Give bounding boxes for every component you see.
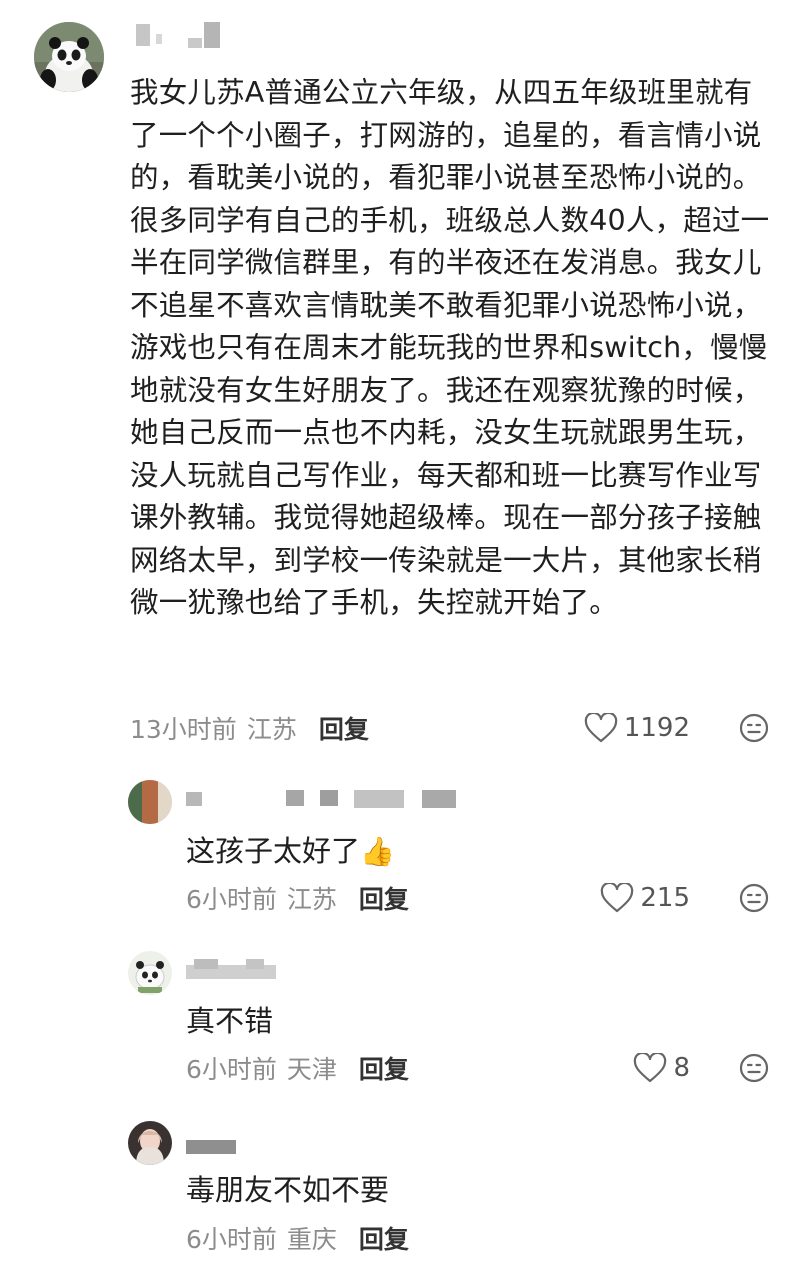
reply-button[interactable]: 回复 [359, 1220, 409, 1256]
reply-meta: 6小时前 江苏 回复 215 [186, 880, 770, 916]
like-count: 215 [640, 883, 690, 913]
reply-avatar[interactable] [128, 1121, 172, 1165]
reply-button[interactable]: 回复 [359, 1050, 409, 1086]
reply-text: 真不错 [186, 1004, 274, 1038]
avatar-image [128, 780, 172, 824]
smiley-icon[interactable] [738, 1052, 770, 1084]
reply-time: 6小时前 [186, 885, 277, 914]
avatar-image [128, 1121, 172, 1165]
like-area: 8 [633, 1050, 770, 1086]
panda-avatar-image [34, 22, 104, 92]
username-blurred[interactable] [132, 20, 242, 50]
reply-meta: 6小时前 天津 回复 8 [186, 1050, 770, 1086]
reply-username-blurred[interactable] [186, 1134, 246, 1162]
comment-meta: 13小时前 江苏 回复 1192 [130, 710, 770, 746]
comment-thread: 我女儿苏A普通公立六年级，从四五年级班里就有了一个个小圈子，打网游的，追星的，看… [0, 0, 807, 1280]
user-avatar-panda[interactable] [34, 22, 104, 92]
reply-meta: 6小时前 重庆 回复 [186, 1220, 770, 1256]
reply-time: 6小时前 [186, 1225, 277, 1254]
smiley-icon[interactable] [738, 712, 770, 744]
reply-text: 毒朋友不如不要 [186, 1173, 390, 1207]
panda-avatar-image [128, 951, 172, 995]
reply-button[interactable]: 回复 [359, 880, 409, 916]
reply-region: 重庆 [286, 1225, 337, 1254]
comment-body: 我女儿苏A普通公立六年级，从四五年级班里就有了一个个小圈子，打网游的，追星的，看… [130, 76, 770, 619]
reply-username-blurred[interactable] [186, 788, 461, 816]
heart-outline-icon[interactable] [633, 1053, 667, 1083]
smiley-icon[interactable] [738, 882, 770, 914]
reply-text-content: 这孩子太好了 [186, 834, 361, 868]
thumbs-up-emoji: 👍 [360, 835, 395, 868]
reply-username-blurred[interactable] [186, 955, 286, 983]
comment-region: 江苏 [246, 715, 297, 744]
comment-time: 13小时前 [130, 715, 237, 744]
reply-avatar[interactable] [128, 780, 172, 824]
like-area: 1192 [584, 710, 770, 746]
reply-button[interactable]: 回复 [319, 710, 369, 746]
reply-region: 天津 [286, 1055, 337, 1084]
heart-outline-icon[interactable] [584, 713, 618, 743]
like-count: 1192 [623, 713, 690, 743]
reply-avatar[interactable] [128, 951, 172, 995]
reply-region: 江苏 [286, 885, 337, 914]
like-count: 8 [673, 1053, 690, 1083]
reply-time: 6小时前 [186, 1055, 277, 1084]
heart-outline-icon[interactable] [600, 883, 634, 913]
reply-text: 这孩子太好了👍 [186, 828, 395, 870]
like-area: 215 [600, 880, 770, 916]
